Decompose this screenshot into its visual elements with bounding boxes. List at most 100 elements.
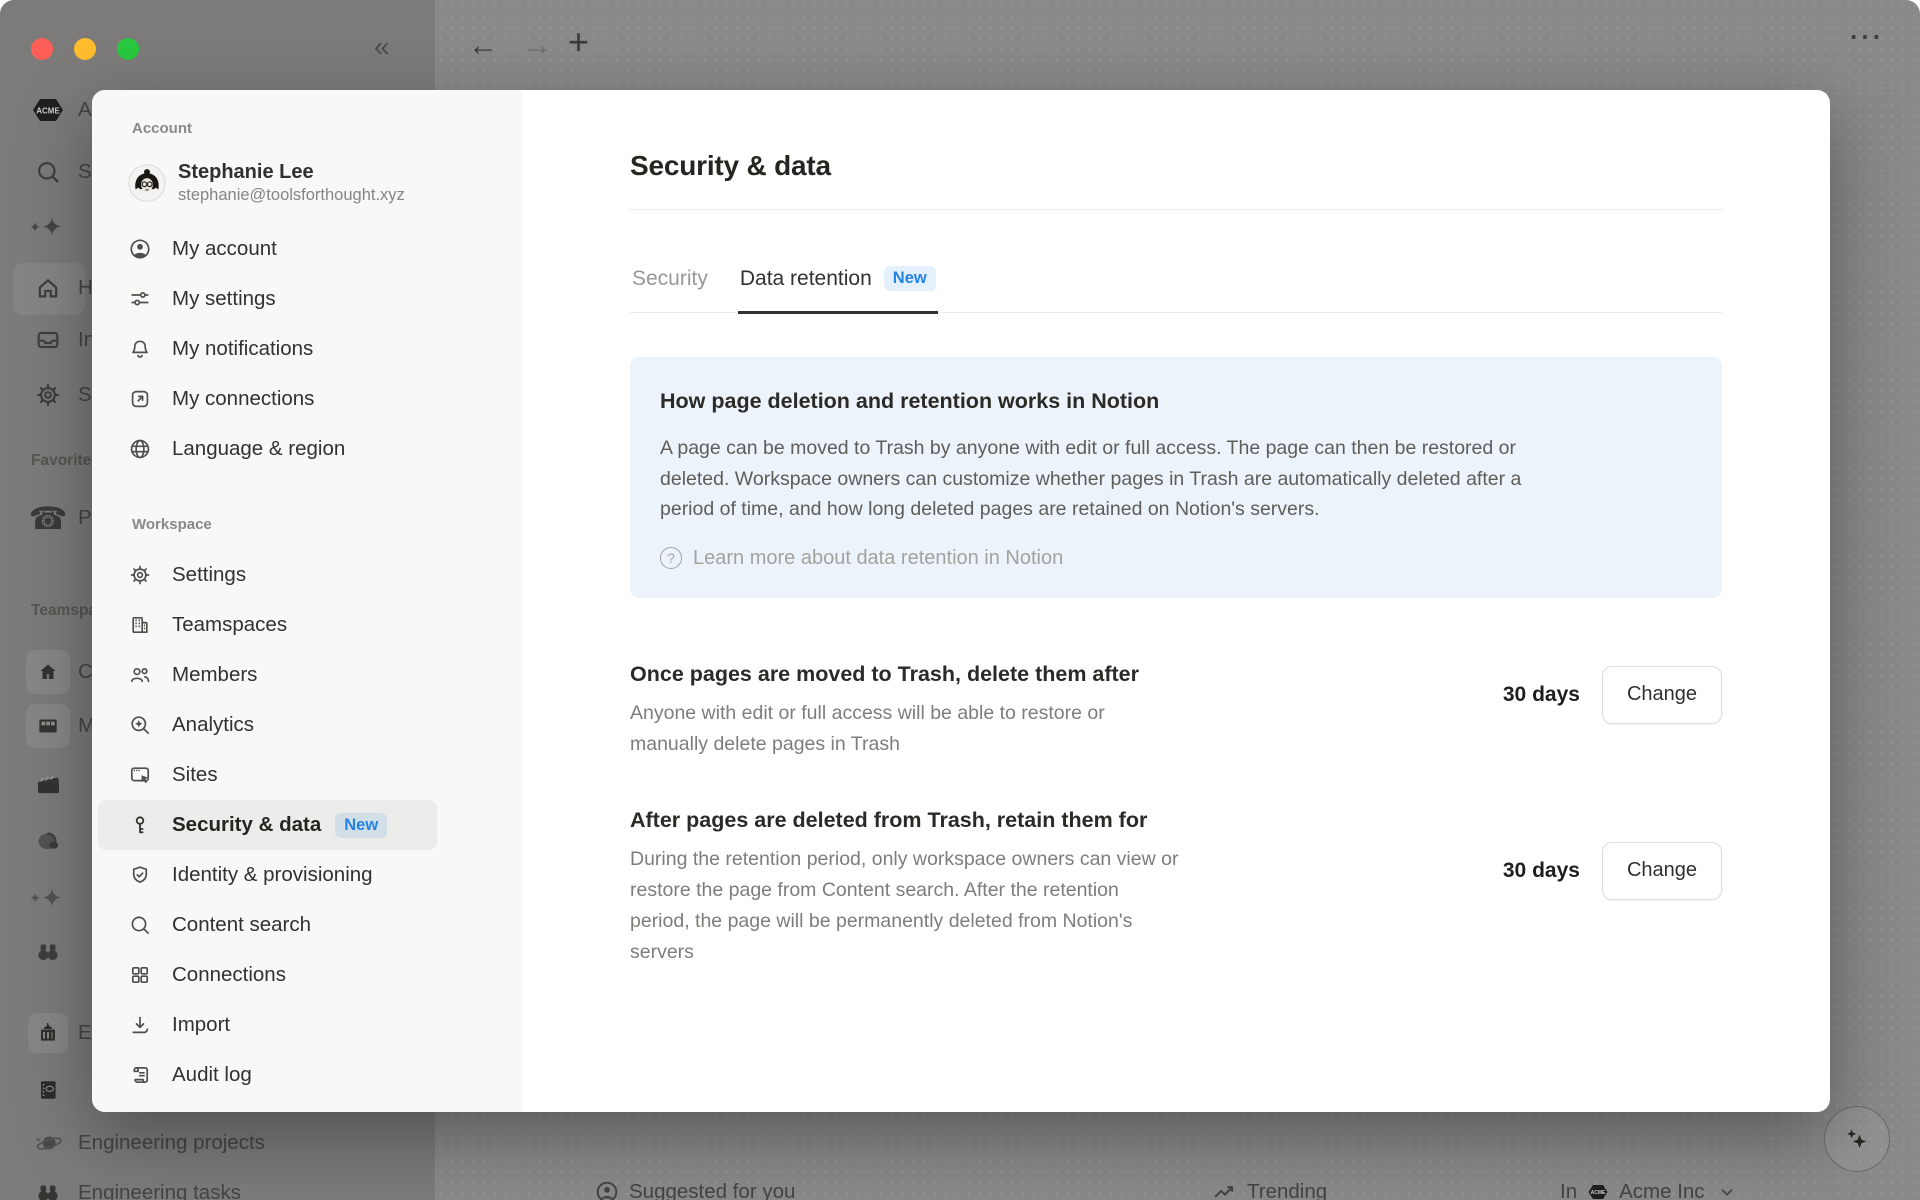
back-icon[interactable]: ← bbox=[468, 31, 498, 61]
tab-label: Data retention bbox=[740, 267, 872, 291]
teamspace-label: C bbox=[78, 660, 93, 684]
settings-nav: Account Stephanie Lee stephanie@toolsfor… bbox=[92, 90, 523, 1112]
nav-item-analytics[interactable]: Analytics bbox=[98, 700, 437, 750]
help-icon: ? bbox=[660, 547, 682, 569]
nav-item-my-account[interactable]: My account bbox=[98, 224, 437, 274]
avatar bbox=[128, 164, 166, 202]
key-icon bbox=[128, 813, 152, 837]
workspace-filter: In ACME Acme Inc bbox=[1560, 1172, 1736, 1200]
svg-text:ACME: ACME bbox=[36, 107, 60, 116]
favorite-item-label: P bbox=[78, 506, 92, 530]
nav-item-my-settings[interactable]: My settings bbox=[98, 274, 437, 324]
new-badge: New bbox=[884, 266, 936, 291]
setting-value: 30 days bbox=[1503, 683, 1580, 707]
nav-item-sites[interactable]: Sites bbox=[98, 750, 437, 800]
nav-item-identity-provisioning[interactable]: Identity & provisioning bbox=[98, 850, 437, 900]
setting-description: Anyone with edit or full access will be … bbox=[630, 698, 1195, 760]
window-controls bbox=[31, 38, 139, 60]
home-icon bbox=[26, 274, 70, 302]
zoom-window-button[interactable] bbox=[117, 38, 139, 60]
building-icon bbox=[128, 613, 152, 637]
nav-item-label: Audit log bbox=[172, 1063, 252, 1087]
setting-row-retention-period: After pages are deleted from Trash, reta… bbox=[630, 806, 1722, 968]
nav-item-label: Language & region bbox=[172, 437, 345, 461]
more-options-icon[interactable]: ⋯ bbox=[1848, 22, 1884, 52]
in-label: In bbox=[1560, 1180, 1577, 1200]
nav-item-my-connections[interactable]: My connections bbox=[98, 374, 437, 424]
settings-content: Security & data Security Data retention … bbox=[523, 90, 1830, 1112]
page-label: Engineering projects bbox=[78, 1131, 265, 1155]
suggested-for-you-section: Suggested for you bbox=[594, 1172, 795, 1200]
suggested-label: Suggested for you bbox=[629, 1180, 795, 1200]
user-name: Stephanie Lee bbox=[178, 160, 405, 185]
account-section-header: Account bbox=[132, 120, 523, 140]
globe-icon bbox=[128, 437, 152, 461]
page-item-engineering-projects: Engineering projects bbox=[0, 1117, 265, 1169]
nav-item-settings[interactable]: Settings bbox=[98, 550, 437, 600]
grid-squares-icon bbox=[128, 963, 152, 987]
people-icon bbox=[128, 663, 152, 687]
nav-item-my-notifications[interactable]: My notifications bbox=[98, 324, 437, 374]
nav-item-language-region[interactable]: Language & region bbox=[98, 424, 437, 474]
clapperboard-icon bbox=[26, 770, 70, 800]
workspace-menu: Settings Teamspaces Members Analytics Si… bbox=[98, 550, 437, 1100]
nav-item-audit-log[interactable]: Audit log bbox=[98, 1050, 437, 1100]
title-divider bbox=[630, 209, 1722, 210]
notion-window: « ← → + ⋯ ACME Acme Inc Search ✦✦ Home I… bbox=[0, 0, 1920, 1200]
scroll-icon bbox=[128, 1063, 152, 1087]
nav-item-security-data[interactable]: Security & data New bbox=[98, 800, 437, 850]
chevron-down-icon bbox=[1718, 1183, 1736, 1200]
new-tab-icon[interactable]: + bbox=[568, 27, 589, 57]
teamspace-item: C bbox=[0, 646, 93, 698]
user-row[interactable]: Stephanie Lee stephanie@toolsforthought.… bbox=[128, 154, 523, 212]
nav-item-label: Members bbox=[172, 663, 257, 687]
bell-icon bbox=[128, 337, 152, 361]
nav-item-connections[interactable]: Connections bbox=[98, 950, 437, 1000]
screen: « ← → + ⋯ ACME Acme Inc Search ✦✦ Home I… bbox=[0, 0, 1920, 1200]
nav-item-label: Content search bbox=[172, 913, 311, 937]
user-email: stephanie@toolsforthought.xyz bbox=[178, 185, 405, 206]
notebook-icon bbox=[26, 1076, 70, 1104]
sidebar-item-ai: ✦✦ bbox=[0, 201, 70, 253]
nav-item-import[interactable]: Import bbox=[98, 1000, 437, 1050]
page-title: Security & data bbox=[630, 148, 1722, 184]
account-menu: My account My settings My notifications … bbox=[98, 224, 437, 474]
sidebar-collapse-icon[interactable]: « bbox=[374, 32, 390, 62]
nav-item-members[interactable]: Members bbox=[98, 650, 437, 700]
nav-item-label: Import bbox=[172, 1013, 230, 1037]
nav-item-label: Security & data bbox=[172, 813, 321, 837]
gear-icon bbox=[26, 381, 70, 409]
tab-security[interactable]: Security bbox=[630, 254, 710, 312]
teamspace-item bbox=[0, 926, 70, 978]
info-callout: How page deletion and retention works in… bbox=[630, 357, 1722, 598]
learn-more-link[interactable]: ? Learn more about data retention in Not… bbox=[660, 547, 1692, 570]
trending-icon bbox=[1212, 1179, 1238, 1200]
nav-item-label: My connections bbox=[172, 387, 314, 411]
tab-bar: Security Data retention New bbox=[630, 254, 1722, 313]
teamspace-item: ✦✦ bbox=[0, 872, 70, 924]
page-item bbox=[0, 1064, 70, 1116]
inbox-icon bbox=[26, 326, 70, 354]
change-button[interactable]: Change bbox=[1602, 842, 1722, 900]
close-window-button[interactable] bbox=[31, 38, 53, 60]
acme-logo: ACME bbox=[26, 96, 70, 124]
callout-body: A page can be moved to Trash by anyone w… bbox=[660, 433, 1692, 525]
sliders-icon bbox=[128, 287, 152, 311]
nav-item-label: Teamspaces bbox=[172, 613, 287, 637]
trending-section: Trending bbox=[1212, 1172, 1327, 1200]
film-frames-icon bbox=[26, 704, 70, 748]
minimize-window-button[interactable] bbox=[74, 38, 96, 60]
teamspace-item bbox=[0, 759, 70, 811]
callout-title: How page deletion and retention works in… bbox=[660, 387, 1692, 415]
house-page-icon bbox=[26, 650, 70, 694]
nav-item-teamspaces[interactable]: Teamspaces bbox=[98, 600, 437, 650]
browser-cursor-icon bbox=[128, 763, 152, 787]
nav-item-label: My settings bbox=[172, 287, 276, 311]
change-button[interactable]: Change bbox=[1602, 666, 1722, 724]
magnifier-sparkle-icon bbox=[128, 713, 152, 737]
search-icon bbox=[128, 913, 152, 937]
nav-item-content-search[interactable]: Content search bbox=[98, 900, 437, 950]
tab-data-retention[interactable]: Data retention New bbox=[738, 254, 938, 314]
person-circle-icon bbox=[128, 237, 152, 261]
seashell-icon bbox=[26, 827, 70, 857]
